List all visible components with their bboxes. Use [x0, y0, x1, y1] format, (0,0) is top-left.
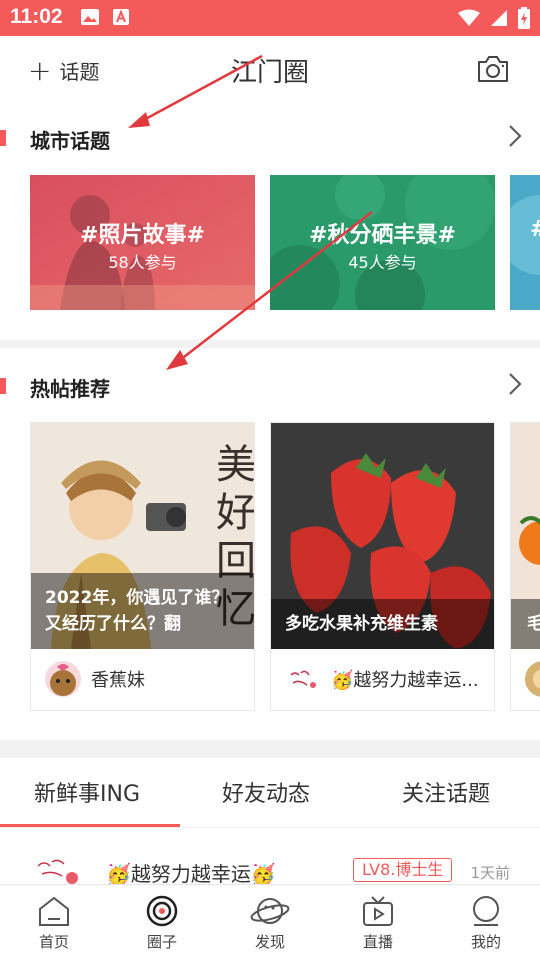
camera-icon	[478, 56, 508, 82]
post-card[interactable]: 美好回忆 2022年，你遇见了谁？又经历了什么？翻 香蕉妹	[30, 422, 255, 711]
nav-live[interactable]: 直播	[338, 895, 418, 952]
nav-profile[interactable]: 我的	[446, 895, 526, 952]
post-author[interactable]: 香蕉妹	[45, 661, 145, 697]
level-badge: LV8.博士生	[353, 858, 453, 882]
section-title: 热帖推荐	[30, 377, 110, 401]
avatar	[45, 661, 81, 697]
page-title: 江门圈	[230, 58, 309, 88]
topic-card[interactable]: #	[510, 175, 540, 310]
post-image: 多吃水果补充维生素	[271, 423, 494, 649]
feed-tabs: 新鲜事ING 好友动态 关注话题	[0, 758, 540, 828]
tab-fresh[interactable]: 新鲜事ING	[34, 776, 140, 808]
chevron-right-icon[interactable]	[508, 124, 522, 148]
divider	[0, 740, 540, 758]
city-topics-header: 城市话题	[0, 120, 540, 160]
tab-followed-topics[interactable]: 关注话题	[402, 776, 490, 808]
avatar	[32, 852, 88, 884]
status-bar: 11:02	[0, 0, 540, 36]
feed-item[interactable]: 🥳越努力越幸运🥳 LV8.博士生 1天前	[0, 830, 540, 887]
post-image: 美好回忆 2022年，你遇见了谁？又经历了什么？翻	[31, 423, 254, 649]
avatar	[285, 661, 321, 697]
hot-posts-header: 热帖推荐	[0, 368, 540, 408]
nav-circle[interactable]: 圈子	[122, 895, 202, 952]
topic-title: #照片故事#	[80, 223, 205, 248]
nav-home[interactable]: 首页	[14, 895, 94, 952]
topic-participants: 58人参与	[108, 253, 177, 272]
chevron-right-icon[interactable]	[508, 372, 522, 396]
image-icon	[81, 9, 99, 25]
post-card[interactable]: 毛	[510, 422, 540, 711]
signal-icon	[491, 10, 507, 26]
feed-username[interactable]: 🥳越努力越幸运🥳	[106, 858, 276, 887]
bottom-nav: 首页 圈子 发现 直播 我的	[0, 884, 540, 960]
post-caption: 毛	[511, 599, 540, 649]
topic-participants: 45人参与	[348, 253, 417, 272]
wifi-icon	[458, 9, 480, 26]
post-author[interactable]	[525, 661, 540, 697]
active-tab-indicator	[0, 824, 180, 827]
topic-card[interactable]: #照片故事# 58人参与	[30, 175, 255, 310]
topic-title: #秋分硒丰景#	[309, 223, 456, 248]
author-name: 香蕉妹	[91, 670, 145, 691]
post-author[interactable]: 🥳越努力越幸运...	[285, 661, 479, 697]
topic-card[interactable]: #秋分硒丰景# 45人参与	[270, 175, 495, 310]
post-caption: 多吃水果补充维生素	[271, 599, 494, 649]
post-image: 毛	[511, 423, 540, 649]
home-icon	[39, 896, 69, 926]
profile-icon	[473, 896, 499, 926]
nav-discover[interactable]: 发现	[230, 895, 310, 952]
post-card[interactable]: 多吃水果补充维生素 🥳越努力越幸运...	[270, 422, 495, 711]
author-name: 🥳越努力越幸运...	[331, 670, 479, 691]
tv-icon	[363, 896, 393, 926]
post-time: 1天前	[470, 864, 510, 882]
battery-icon	[518, 7, 530, 29]
tab-friends[interactable]: 好友动态	[222, 776, 310, 808]
section-title: 城市话题	[30, 129, 110, 153]
planet-icon	[250, 898, 290, 924]
camera-button[interactable]	[476, 54, 510, 88]
divider	[0, 340, 540, 348]
status-time: 11:02	[10, 5, 63, 28]
topic-title: #	[530, 217, 540, 242]
circle-icon	[146, 895, 178, 927]
avatar	[525, 661, 540, 697]
font-icon	[113, 9, 129, 25]
post-caption: 2022年，你遇见了谁？又经历了什么？翻	[31, 573, 254, 649]
header: + 话题 江门圈	[0, 36, 540, 102]
